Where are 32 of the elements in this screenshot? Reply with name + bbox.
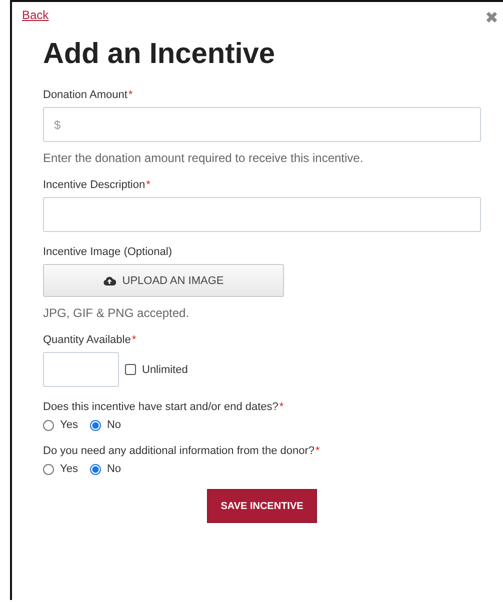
required-mark: * xyxy=(316,445,320,458)
field-label: Does this incentive have start and/or end dates? xyxy=(43,401,278,414)
close-icon[interactable]: ✖ xyxy=(485,11,498,27)
cloud-upload-icon xyxy=(103,276,116,286)
upload-button[interactable]: UPLOAD AN IMAGE xyxy=(43,264,284,298)
help-text: JPG, GIF & PNG accepted. xyxy=(43,306,190,320)
radio-label: No xyxy=(106,419,122,432)
save-button[interactable]: SAVE INCENTIVE xyxy=(207,489,317,524)
required-mark: * xyxy=(128,89,133,102)
radio-label: Yes xyxy=(60,463,78,476)
field-label: Quantity Available xyxy=(43,334,131,346)
dialog-title: Add an Incentive xyxy=(43,38,276,72)
checkbox[interactable] xyxy=(125,364,136,376)
radio-button[interactable] xyxy=(43,464,54,475)
field-label: Donation Amount xyxy=(43,89,128,102)
radio-button[interactable] xyxy=(43,420,54,431)
back-link[interactable]: Back xyxy=(22,8,49,22)
checkbox-label: Unlimited xyxy=(142,364,188,376)
required-mark: * xyxy=(146,179,150,192)
radio-button[interactable] xyxy=(90,420,101,431)
field-label: Incentive Description xyxy=(43,179,146,192)
help-text: Enter the donation amount required to receive this incentive. xyxy=(43,151,364,166)
required-mark: * xyxy=(279,401,284,414)
input-field[interactable] xyxy=(43,197,481,232)
required-mark: * xyxy=(132,334,136,346)
field-label: Do you need any additional information from the donor? xyxy=(43,445,315,458)
radio-label: No xyxy=(106,463,122,476)
field-label: Incentive Image (Optional) xyxy=(43,246,172,258)
radio-button[interactable] xyxy=(90,464,101,475)
quantity-field[interactable] xyxy=(43,352,119,388)
input-field[interactable]: $ xyxy=(43,107,481,142)
radio-label: Yes xyxy=(60,419,78,432)
